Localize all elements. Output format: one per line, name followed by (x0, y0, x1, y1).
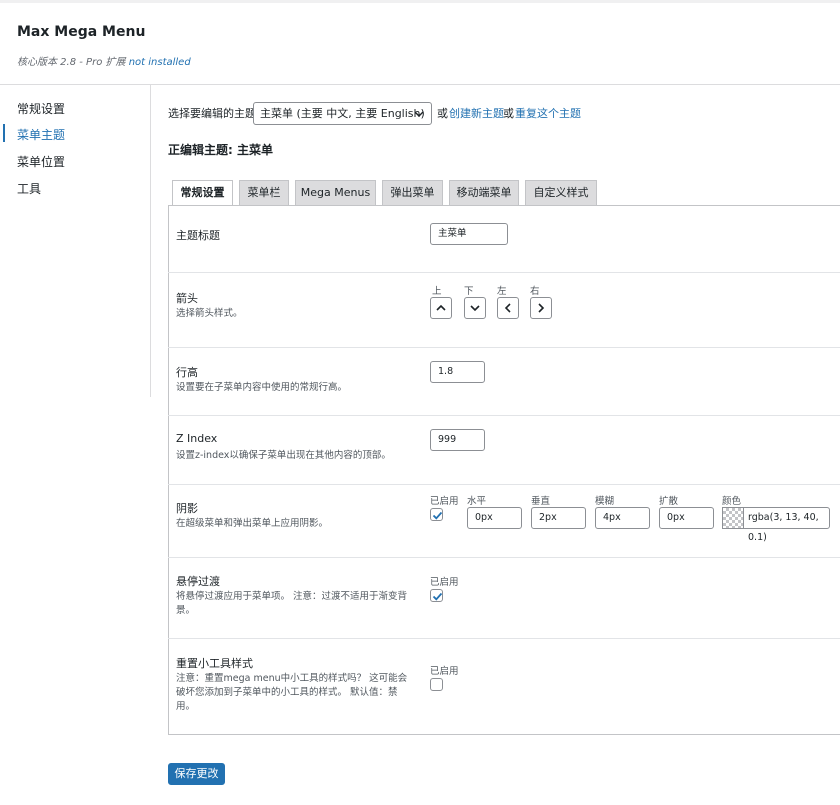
arrow-left-button[interactable] (497, 297, 519, 319)
line-height-label: 行高 (176, 366, 198, 379)
shadow-vertical-label: 垂直 (531, 496, 551, 507)
duplicate-theme-link[interactable]: 重复这个主题 (515, 105, 581, 121)
create-theme-link[interactable]: 创建新主题 (449, 105, 504, 121)
chevron-right-icon (538, 303, 545, 313)
arrow-up-label: 上 (432, 286, 442, 297)
row-divider (168, 638, 840, 639)
hover-transition-label: 悬停过渡 (176, 575, 220, 588)
version-text: 核心版本 2.8 - Pro 扩展 (17, 57, 126, 68)
sidebar-item-general[interactable]: 常规设置 (17, 100, 65, 117)
or-text-1: 或 (437, 107, 448, 120)
tab-custom-styling[interactable]: 自定义样式 (525, 180, 597, 205)
row-divider (168, 557, 840, 558)
row-divider (168, 272, 840, 273)
chevron-up-icon (436, 304, 446, 311)
theme-title-label: 主题标题 (176, 229, 220, 242)
arrows-label: 箭头 (176, 292, 198, 305)
shadow-blur-input[interactable]: 4px (595, 507, 650, 529)
shadow-enabled-checkbox[interactable] (430, 508, 443, 521)
hover-enabled-label: 已启用 (430, 577, 459, 588)
hover-transition-checkbox[interactable] (430, 589, 443, 602)
z-index-label: Z Index (176, 432, 218, 445)
arrow-down-label: 下 (464, 286, 474, 297)
checkmark-icon (432, 511, 443, 520)
shadow-color-label: 颜色 (722, 496, 742, 507)
row-divider (168, 347, 840, 348)
shadow-color-input[interactable]: rgba(3, 13, 40, 0.1) (743, 507, 830, 543)
tab-mobile-menu[interactable]: 移动端菜单 (449, 180, 519, 205)
z-index-desc: 设置z-index以确保子菜单出现在其他内容的顶部。 (176, 450, 391, 461)
sidebar-item-tools[interactable]: 工具 (17, 180, 41, 197)
version-info: 核心版本 2.8 - Pro 扩展 not installed (17, 53, 191, 68)
shadow-vertical-input[interactable]: 2px (531, 507, 586, 529)
arrow-right-button[interactable] (530, 297, 552, 319)
z-index-input[interactable]: 999 (430, 429, 485, 451)
sidebar-item-menu-themes[interactable]: 菜单主题 (17, 126, 65, 143)
arrow-left-label: 左 (497, 286, 507, 297)
settings-panel: Max Mega Menu 核心版本 2.8 - Pro 扩展 not inst… (0, 0, 840, 805)
theme-select[interactable]: 主菜单 (主要 中文, 主要 English) (253, 102, 432, 125)
shadow-label: 阴影 (176, 502, 198, 515)
pro-status: not installed (128, 57, 191, 68)
shadow-horizontal-label: 水平 (467, 496, 487, 507)
reset-widgets-desc: 注意：重置mega menu中小工具的样式吗？ 这可能会破坏您添加到子菜单中的小… (176, 673, 408, 712)
theme-title-input[interactable]: 主菜单 (430, 223, 508, 245)
tab-mega-menus[interactable]: Mega Menus (295, 180, 376, 205)
shadow-spread-label: 扩散 (659, 496, 679, 507)
arrow-up-button[interactable] (430, 297, 452, 319)
reset-widgets-label: 重置小工具样式 (176, 657, 253, 670)
or-text-2: 或 (503, 107, 514, 120)
chevron-down-icon (414, 111, 424, 117)
arrow-right-label: 右 (530, 286, 540, 297)
arrows-desc: 选择箭头样式。 (176, 308, 243, 319)
line-height-desc: 设置要在子菜单内容中使用的常规行高。 (176, 382, 348, 393)
reset-enabled-label: 已启用 (430, 666, 459, 677)
line-height-input[interactable]: 1.8 (430, 361, 485, 383)
sidebar-item-menu-locations[interactable]: 菜单位置 (17, 153, 65, 170)
reset-widgets-checkbox[interactable] (430, 678, 443, 691)
tab-general[interactable]: 常规设置 (172, 180, 233, 206)
app-title: Max Mega Menu (17, 24, 146, 40)
shadow-desc: 在超级菜单和弹出菜单上应用阴影。 (176, 518, 329, 529)
hover-transition-desc: 将悬停过渡应用于菜单项。 注意：过渡不适用于渐变背景。 (176, 591, 408, 616)
chevron-down-icon (470, 305, 480, 312)
shadow-enabled-label: 已启用 (430, 496, 459, 507)
chevron-left-icon (504, 303, 511, 313)
checkmark-icon (432, 592, 443, 601)
shadow-color-swatch[interactable] (722, 507, 744, 529)
shadow-blur-label: 模糊 (595, 496, 615, 507)
tab-flyout-menus[interactable]: 弹出菜单 (382, 180, 443, 205)
shadow-horizontal-input[interactable]: 0px (467, 507, 522, 529)
sidebar-active-indicator (3, 124, 5, 142)
save-button[interactable]: 保存更改 (168, 763, 225, 785)
editing-title: 正编辑主题: 主菜单 (168, 143, 273, 157)
row-divider (168, 415, 840, 416)
tab-menu-bar[interactable]: 菜单栏 (239, 180, 289, 205)
top-strip (0, 0, 840, 3)
theme-select-value: 主菜单 (主要 中文, 主要 English) (260, 107, 425, 120)
arrow-down-button[interactable] (464, 297, 486, 319)
row-divider (168, 484, 840, 485)
theme-select-label: 选择要编辑的主题 (168, 107, 256, 120)
shadow-spread-input[interactable]: 0px (659, 507, 714, 529)
